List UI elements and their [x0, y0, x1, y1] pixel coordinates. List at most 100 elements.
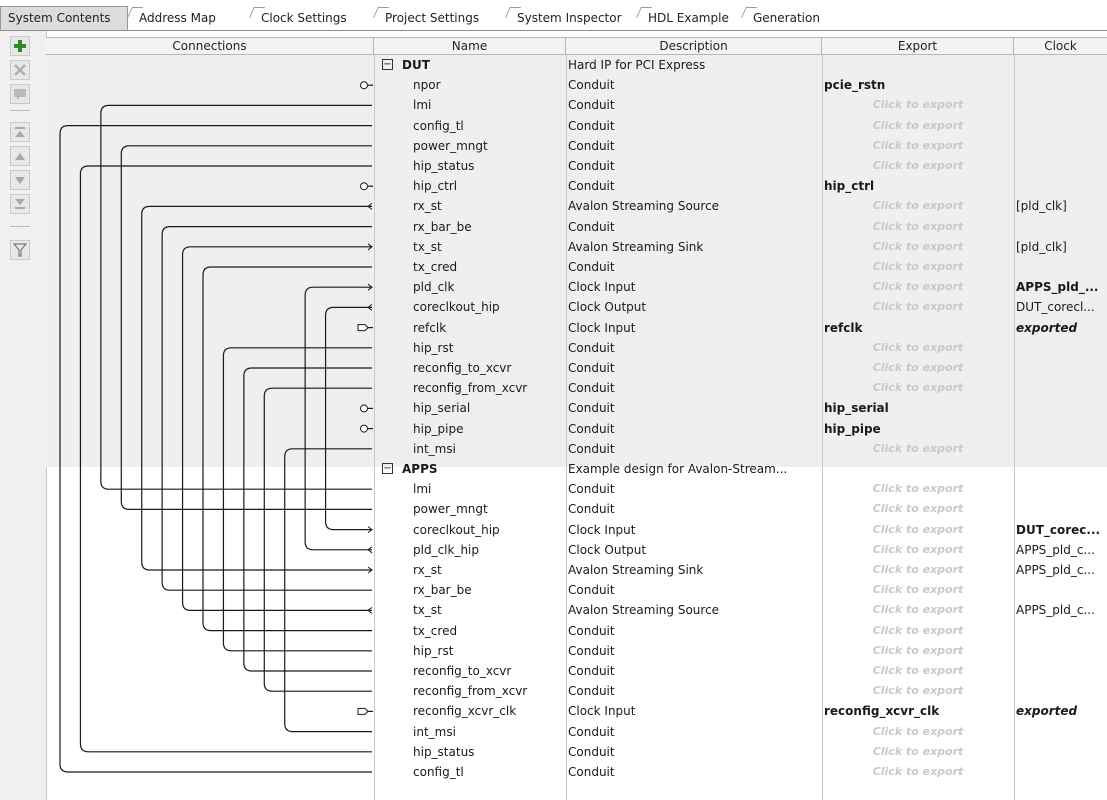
click-to-export-link[interactable]: Click to export — [824, 499, 1012, 519]
name-cell[interactable]: hip_rst — [376, 338, 564, 358]
clock-cell[interactable]: exported — [1016, 318, 1105, 338]
header-connections[interactable]: Connections — [46, 38, 374, 54]
header-description[interactable]: Description — [566, 38, 822, 54]
click-to-export-link[interactable]: Click to export — [824, 277, 1012, 297]
clock-cell[interactable]: APPS_pld_c... — [1016, 540, 1105, 560]
click-to-export-link[interactable]: Click to export — [824, 358, 1012, 378]
click-to-export-link[interactable]: Click to export — [824, 742, 1012, 762]
tab-system-contents[interactable]: System Contents — [0, 6, 128, 30]
name-cell[interactable]: rx_bar_be — [376, 580, 564, 600]
name-cell[interactable]: coreclkout_hip — [376, 297, 564, 317]
click-to-export-link[interactable]: Click to export — [824, 217, 1012, 237]
click-to-export-link[interactable]: Click to export — [824, 196, 1012, 216]
clock-export-marker[interactable] — [357, 324, 369, 332]
name-cell[interactable]: hip_status — [376, 742, 564, 762]
click-to-export-link[interactable]: Click to export — [824, 580, 1012, 600]
click-to-export-link[interactable]: Click to export — [824, 520, 1012, 540]
tab-system-inspector[interactable]: System Inspector — [510, 7, 637, 29]
move-top-button[interactable] — [10, 122, 30, 142]
connection-line[interactable] — [79, 165, 372, 753]
clock-cell[interactable]: APPS_pld_c... — [1016, 560, 1105, 580]
clock-export-marker[interactable] — [357, 707, 369, 715]
conduit-export-marker[interactable] — [360, 404, 368, 413]
click-to-export-link[interactable]: Click to export — [824, 297, 1012, 317]
name-cell[interactable]: int_msi — [376, 439, 564, 459]
conduit-export-marker[interactable] — [360, 81, 368, 90]
collapse-toggle-icon[interactable]: − — [382, 463, 393, 474]
tab-generation[interactable]: Generation — [746, 7, 834, 29]
connection-line[interactable] — [181, 246, 372, 611]
remove-button[interactable] — [10, 60, 30, 80]
header-clock[interactable]: Clock — [1014, 38, 1107, 54]
export-name[interactable]: reconfig_xcvr_clk — [824, 701, 1012, 721]
export-name[interactable]: pcie_rstn — [824, 75, 1012, 95]
name-cell[interactable]: config_tl — [376, 116, 564, 136]
click-to-export-link[interactable]: Click to export — [824, 600, 1012, 620]
header-name[interactable]: Name — [374, 38, 566, 54]
click-to-export-link[interactable]: Click to export — [824, 116, 1012, 136]
click-to-export-link[interactable]: Click to export — [824, 661, 1012, 681]
click-to-export-link[interactable]: Click to export — [824, 338, 1012, 358]
name-cell[interactable]: pld_clk_hip — [376, 540, 564, 560]
click-to-export-link[interactable]: Click to export — [824, 641, 1012, 661]
name-cell[interactable]: pld_clk — [376, 277, 564, 297]
click-to-export-link[interactable]: Click to export — [824, 156, 1012, 176]
connection-line[interactable] — [120, 145, 372, 510]
name-cell[interactable]: npor — [376, 75, 564, 95]
connection-line[interactable] — [324, 306, 372, 531]
clock-cell[interactable]: exported — [1016, 701, 1105, 721]
name-cell[interactable]: coreclkout_hip — [376, 520, 564, 540]
click-to-export-link[interactable]: Click to export — [824, 257, 1012, 277]
name-cell[interactable]: power_mngt — [376, 499, 564, 519]
connection-line[interactable] — [161, 226, 372, 591]
clock-cell[interactable]: APPS_pld_... — [1016, 277, 1105, 297]
name-cell[interactable]: rx_bar_be — [376, 217, 564, 237]
name-cell[interactable]: hip_rst — [376, 641, 564, 661]
name-cell[interactable]: tx_cred — [376, 257, 564, 277]
tab-project-settings[interactable]: Project Settings — [378, 7, 506, 29]
name-cell[interactable]: − APPS — [376, 459, 564, 479]
name-cell[interactable]: reconfig_to_xcvr — [376, 661, 564, 681]
name-cell[interactable]: hip_ctrl — [376, 176, 564, 196]
clock-cell[interactable]: DUT_corec... — [1016, 520, 1105, 540]
click-to-export-link[interactable]: Click to export — [824, 439, 1012, 459]
click-to-export-link[interactable]: Click to export — [824, 237, 1012, 257]
click-to-export-link[interactable]: Click to export — [824, 722, 1012, 742]
click-to-export-link[interactable]: Click to export — [824, 762, 1012, 782]
collapse-toggle-icon[interactable]: − — [382, 59, 393, 70]
clock-cell[interactable]: DUT_corecl... — [1016, 297, 1105, 317]
name-cell[interactable]: config_tl — [376, 762, 564, 782]
click-to-export-link[interactable]: Click to export — [824, 136, 1012, 156]
name-cell[interactable]: rx_st — [376, 196, 564, 216]
clock-cell[interactable]: [pld_clk] — [1016, 237, 1105, 257]
name-cell[interactable]: reconfig_from_xcvr — [376, 681, 564, 701]
header-export[interactable]: Export — [822, 38, 1014, 54]
name-cell[interactable]: reconfig_xcvr_clk — [376, 701, 564, 721]
click-to-export-link[interactable]: Click to export — [824, 540, 1012, 560]
name-cell[interactable]: tx_st — [376, 600, 564, 620]
click-to-export-link[interactable]: Click to export — [824, 681, 1012, 701]
name-cell[interactable]: tx_st — [376, 237, 564, 257]
filter-button[interactable] — [10, 240, 30, 260]
click-to-export-link[interactable]: Click to export — [824, 378, 1012, 398]
click-to-export-link[interactable]: Click to export — [824, 560, 1012, 580]
click-to-export-link[interactable]: Click to export — [824, 479, 1012, 499]
move-up-button[interactable] — [10, 146, 30, 166]
name-cell[interactable]: − DUT — [376, 55, 564, 75]
conduit-export-marker[interactable] — [360, 182, 368, 191]
connection-line[interactable] — [243, 367, 372, 672]
tab-hdl-example[interactable]: HDL Example — [641, 7, 742, 29]
move-bottom-button[interactable] — [10, 194, 30, 214]
edit-button[interactable] — [10, 84, 30, 104]
name-cell[interactable]: reconfig_from_xcvr — [376, 378, 564, 398]
clock-cell[interactable]: [pld_clk] — [1016, 196, 1105, 216]
click-to-export-link[interactable]: Click to export — [824, 621, 1012, 641]
name-cell[interactable]: tx_cred — [376, 621, 564, 641]
connection-line[interactable] — [263, 387, 372, 692]
name-cell[interactable]: refclk — [376, 318, 564, 338]
click-to-export-link[interactable]: Click to export — [824, 95, 1012, 115]
export-name[interactable]: hip_serial — [824, 398, 1012, 418]
name-cell[interactable]: reconfig_to_xcvr — [376, 358, 564, 378]
name-cell[interactable]: lmi — [376, 479, 564, 499]
tab-clock-settings[interactable]: Clock Settings — [254, 7, 374, 29]
